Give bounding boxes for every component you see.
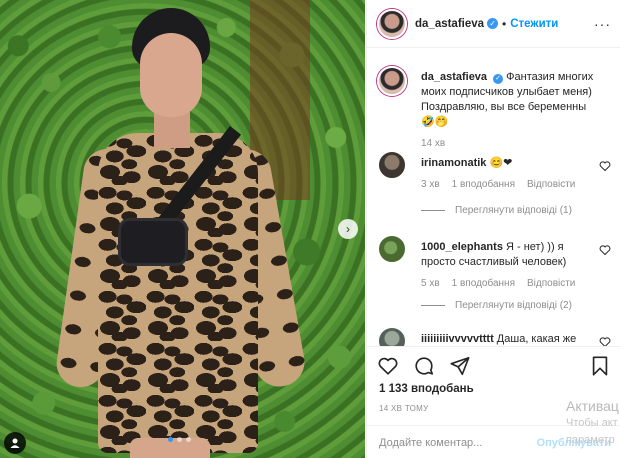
carousel-dot [186, 437, 191, 442]
comment-text: 😊❤ [486, 157, 513, 169]
comment-reply-button[interactable]: Відповісти [527, 276, 575, 291]
comment-body: 1000_elephants Я - нет) )) я просто счас… [421, 240, 595, 291]
caption-time[interactable]: 14 хв [421, 136, 445, 151]
heart-icon[interactable] [599, 336, 611, 346]
follow-button[interactable]: Стежити [510, 18, 558, 30]
more-options-icon[interactable]: ··· [594, 16, 611, 32]
comment-time[interactable]: 3 хв [421, 177, 440, 192]
post-time[interactable]: 14 ХВ ТОМУ [379, 404, 429, 413]
likes-count[interactable]: 1 133 вподобань [379, 383, 474, 395]
caption-meta: 14 хв [421, 136, 595, 151]
heart-icon[interactable] [377, 355, 399, 377]
comment-username[interactable]: 1000_elephants [421, 241, 503, 253]
post-header: da_astafieva ✓ • Стежити ··· [367, 0, 620, 48]
header-separator: • [502, 16, 507, 31]
face [140, 33, 202, 117]
bookmark-icon[interactable] [589, 355, 611, 377]
caption-body: da_astafieva ✓ Фантазия многих моих подп… [421, 70, 595, 151]
comment-reply-button[interactable]: Відповісти [527, 177, 575, 192]
view-replies-button[interactable]: Переглянути відповіді (1) [421, 205, 572, 216]
comment-meta: 3 хв 1 вподобання Відповісти [421, 177, 595, 192]
author-username[interactable]: da_astafieva [415, 18, 484, 30]
comment-time[interactable]: 5 хв [421, 276, 440, 291]
comment-body: irinamonatik 😊❤ 3 хв 1 вподобання Відпов… [421, 156, 595, 192]
commenter-avatar[interactable] [377, 326, 407, 346]
comment-likes[interactable]: 1 вподобання [452, 177, 515, 192]
verified-badge-icon: ✓ [487, 18, 499, 29]
commenter-avatar[interactable] [377, 234, 407, 264]
verified-badge-icon: ✓ [493, 73, 504, 84]
heart-icon[interactable] [599, 160, 611, 172]
view-replies-label: Переглянути відповіді (1) [455, 205, 572, 216]
publish-button[interactable]: Опублікувати [537, 437, 611, 449]
caption-text-line2: Поздравляю, вы все беременны🤣🤭 [421, 101, 587, 128]
heart-icon[interactable] [599, 244, 611, 256]
next-photo-button[interactable]: › [338, 219, 358, 239]
carousel-dots [168, 437, 191, 442]
replies-line [421, 305, 445, 306]
post-actions: 1 133 вподобань 14 ХВ ТОМУ Опублікувати [367, 346, 620, 458]
view-replies-button[interactable]: Переглянути відповіді (2) [421, 300, 572, 311]
caption-author[interactable]: da_astafieva [421, 71, 487, 83]
comment-username[interactable]: iiiiiiiiivvvvvtttt [421, 333, 494, 345]
carousel-dot [177, 437, 182, 442]
belt-bag [118, 218, 188, 266]
commenter-avatar[interactable] [377, 150, 407, 180]
chevron-right-icon: › [346, 222, 350, 236]
comment-meta: 5 хв 1 вподобання Відповісти [421, 276, 595, 291]
comment-likes[interactable]: 1 вподобання [452, 276, 515, 291]
author-avatar[interactable] [377, 8, 407, 39]
comments-list[interactable]: da_astafieva ✓ Фантазия многих моих подп… [367, 56, 620, 346]
tagged-users-button[interactable] [4, 432, 26, 454]
woman-in-leopard-dress [53, 8, 309, 458]
share-icon[interactable] [449, 355, 471, 377]
post-photo[interactable]: › [0, 0, 365, 458]
author-avatar[interactable] [377, 66, 407, 96]
replies-line [421, 210, 445, 211]
post-side-panel: da_astafieva ✓ • Стежити ··· da_astafiev… [366, 0, 620, 458]
leopard-dress [98, 133, 258, 453]
comment-input[interactable] [379, 436, 529, 449]
action-icons [377, 355, 471, 377]
add-comment-bar: Опублікувати [367, 425, 620, 458]
user-icon [10, 438, 20, 448]
comment-icon[interactable] [413, 355, 435, 377]
comment-text: Даша, какая же [493, 333, 577, 345]
view-replies-label: Переглянути відповіді (2) [455, 300, 572, 311]
comment-body: iiiiiiiiivvvvvtttt Даша, какая же [421, 332, 595, 346]
comment-username[interactable]: irinamonatik [421, 157, 486, 169]
carousel-dot [168, 437, 173, 442]
